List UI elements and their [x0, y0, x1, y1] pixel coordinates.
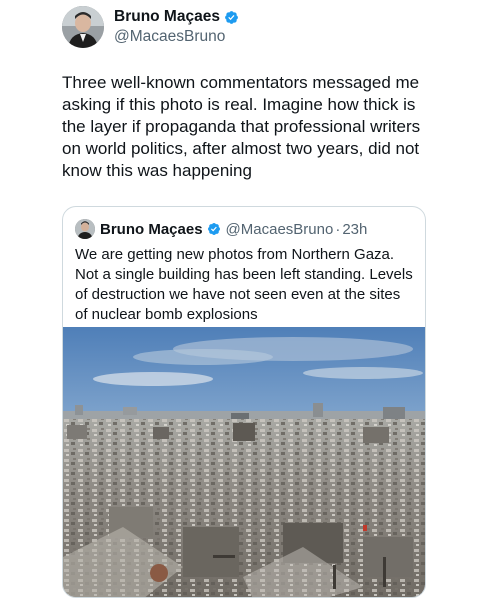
tweet-text: Three well-known commentators messaged m… — [62, 73, 421, 180]
avatar[interactable] — [62, 6, 104, 48]
quoted-verified-badge-icon — [207, 223, 220, 235]
quoted-author-name: Bruno Maçaes — [100, 220, 203, 238]
author-handle[interactable]: @MacaesBruno — [114, 28, 239, 47]
quoted-avatar — [75, 219, 95, 239]
author-name[interactable]: Bruno Maçaes — [114, 8, 220, 27]
quoted-timestamp: 23h — [342, 220, 368, 238]
quoted-separator: · — [335, 220, 341, 238]
quoted-tweet-card[interactable]: Bruno Maçaes @MacaesBruno · 23h We are g… — [62, 206, 426, 598]
tweet-header: Bruno Maçaes @MacaesBruno — [62, 6, 239, 48]
verified-badge-icon — [225, 10, 238, 24]
destruction-photo[interactable] — [63, 327, 426, 598]
avatar-image — [62, 6, 104, 48]
quoted-tweet-header: Bruno Maçaes @MacaesBruno · 23h — [75, 219, 367, 239]
quoted-tweet-text: We are getting new photos from Northern … — [75, 246, 413, 323]
quoted-author-handle: @MacaesBruno — [225, 220, 334, 238]
quoted-avatar-image — [75, 219, 95, 239]
